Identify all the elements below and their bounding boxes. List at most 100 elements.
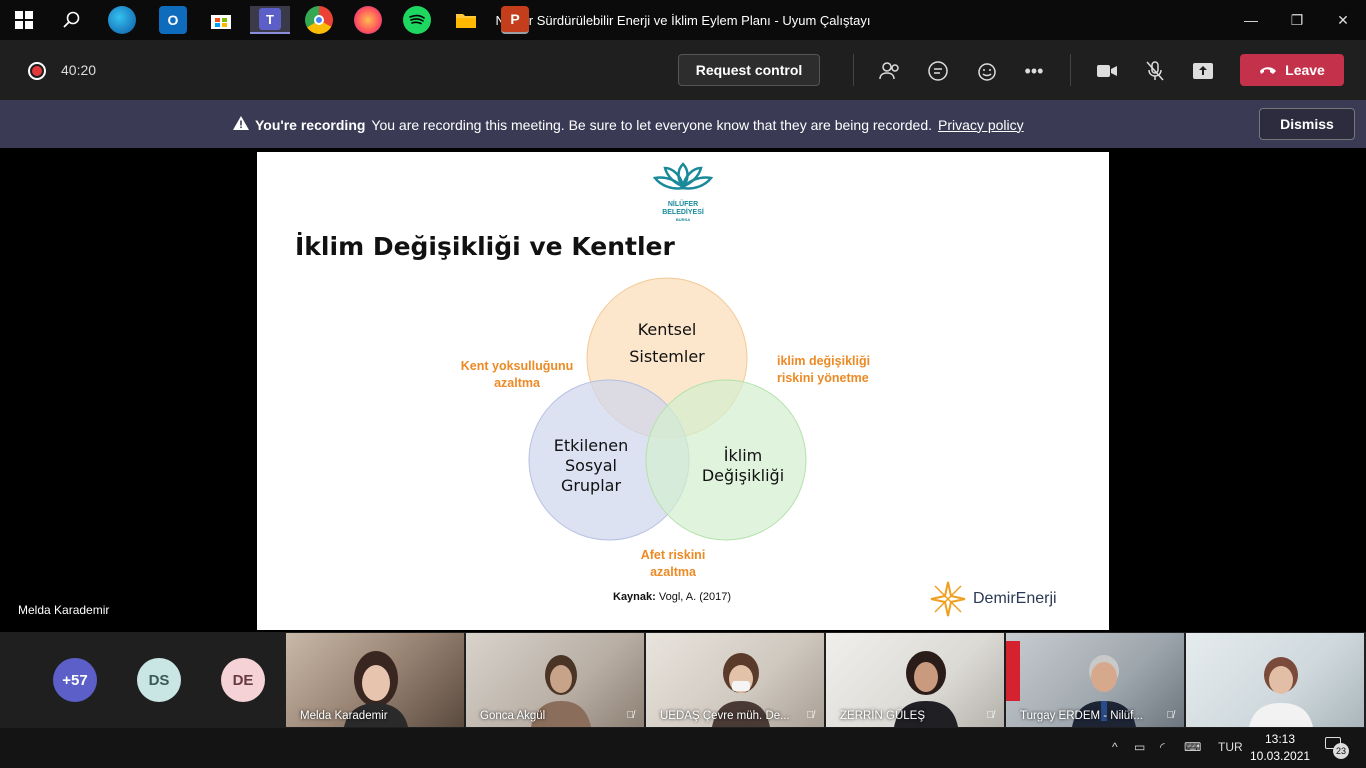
demirenerji-logo: DemirEnerji [929,580,1057,618]
recording-text: You are recording this meeting. Be sure … [371,116,933,133]
recording-banner: You're recording You are recording this … [0,100,1366,148]
avatar-de[interactable]: DE [221,658,265,702]
circle-right-line-2: Değişikliği [701,466,785,485]
brand-name: DemirEnerji [973,590,1057,607]
store-icon[interactable] [207,6,235,34]
edge-icon[interactable] [108,6,136,34]
mic-off-icon: 🎙̸ [1166,710,1175,721]
participant-tile[interactable]: Melda Karademir [286,633,464,727]
search-icon[interactable] [58,6,86,34]
participant-name: Turgay ERDEM - Nilüf... [1020,710,1143,722]
participant-tile[interactable]: Turgay ERDEM - Nilüf... 🎙̸ [1006,633,1184,727]
wifi-icon[interactable]: ◜ [1160,740,1165,754]
right-benefit-line-1: iklim değişikliği [777,354,871,368]
meeting-timer: 40:20 [61,62,97,78]
circle-left-line-3: Gruplar [560,476,622,495]
close-icon[interactable]: ✕ [1320,0,1366,40]
slide-title: İklim Değişikliği ve Kentler [295,232,675,261]
file-explorer-icon[interactable] [452,6,480,34]
bottom-benefit-line-1: Afet riskini [640,548,706,562]
toolbar-divider [1070,54,1071,86]
flag-icon [1006,641,1020,701]
toolbar-divider [853,54,854,86]
camera-icon[interactable] [1094,58,1120,84]
presenter-name: Melda Karademir [18,603,110,617]
recording-message: You're recording You are recording this … [233,116,1024,133]
lotus-icon [652,162,714,190]
participant-tile[interactable] [1186,633,1364,727]
left-benefit-line-2: azaltma [494,376,540,390]
firefox-icon[interactable] [354,6,382,34]
spotify-icon[interactable] [403,6,431,34]
circle-top-line-1: Kentsel [637,320,697,339]
participant-name: Gonca Akgül [480,710,546,722]
participants-icon[interactable] [877,58,903,84]
window-title-bar: Nilüfer Sürdürülebilir Enerji ve İklim E… [0,0,1366,40]
overflow-participants-badge[interactable]: +57 [53,658,97,702]
mic-off-icon[interactable] [1142,58,1168,84]
circle-left-line-1: Etkilenen [553,436,629,455]
mic-off-icon: 🎙̸ [626,710,635,721]
bottom-benefit-label: Afet riskini azaltma [613,547,733,581]
battery-icon[interactable]: ▭ [1134,740,1145,754]
demirenerji-star-icon [930,581,966,617]
source-label: Kaynak: [613,591,656,603]
request-control-button[interactable]: Request control [678,54,820,86]
minimize-icon[interactable]: — [1228,0,1274,40]
bottom-benefit-line-2: azaltma [650,565,696,579]
outlook-icon[interactable]: O [159,6,187,34]
taskbar-clock[interactable]: 13:13 10.03.2021 [1250,731,1310,765]
logo-line-3: BURSA [675,217,691,222]
tray-chevron-icon[interactable]: ^ [1112,740,1118,754]
participant-name: Melda Karademir [300,710,388,722]
nilufer-logo: NİLÜFER BELEDİYESİ BURSA [650,160,716,224]
participant-tile[interactable]: Gonca Akgül 🎙̸ [466,633,644,727]
meeting-control-bar: 40:20 Request control ••• Leave [0,40,1366,100]
slide-source: Kaynak: Vogl, A. (2017) [613,591,731,603]
chrome-icon[interactable] [305,6,333,34]
recording-title: You're recording [255,116,366,133]
input-language[interactable]: TUR [1218,740,1243,754]
keyboard-icon[interactable]: ⌨ [1184,740,1201,754]
restore-icon[interactable]: ❐ [1274,0,1320,40]
logo-line-1: NİLÜFER [667,201,699,208]
presentation-slide: NİLÜFER BELEDİYESİ BURSA İklim Değişikli… [257,152,1109,630]
window-title: Nilüfer Sürdürülebilir Enerji ve İklim E… [495,12,871,28]
avatar-ds[interactable]: DS [137,658,181,702]
notification-count: 23 [1333,743,1349,759]
leave-button[interactable]: Leave [1240,54,1344,86]
dismiss-button[interactable]: Dismiss [1259,108,1355,140]
privacy-policy-link[interactable]: Privacy policy [938,117,1024,133]
mic-off-icon: 🎙̸ [806,710,815,721]
share-icon[interactable] [1190,58,1216,84]
participant-video [1249,657,1313,727]
circle-right-label: İklim Değişikliği [693,446,793,486]
clock-time: 13:13 [1264,732,1296,746]
right-benefit-label: iklim değişikliği riskini yönetme [777,353,917,387]
source-value: Vogl, A. (2017) [658,591,732,603]
notification-center-icon[interactable]: 23 [1325,737,1349,759]
more-icon[interactable]: ••• [1021,58,1047,84]
participant-tile[interactable]: ZERRİN GÜLEŞ 🎙̸ [826,633,1004,727]
venn-diagram [528,277,807,541]
left-benefit-label: Kent yoksulluğunu azaltma [447,358,587,392]
participant-tile[interactable]: UEDAŞ Çevre müh. De... 🎙̸ [646,633,824,727]
circle-top-line-2: Sistemler [629,347,705,366]
circle-left-label: Etkilenen Sosyal Gruplar [541,436,641,496]
participant-name: UEDAŞ Çevre müh. De... [660,710,790,722]
reactions-icon[interactable] [973,58,999,84]
circle-right-line-1: İklim [723,446,763,465]
teams-icon[interactable]: T [250,6,290,34]
mic-off-icon: 🎙̸ [986,710,995,721]
windows-start-icon[interactable] [10,6,38,34]
logo-line-2: BELEDİYESİ [662,209,704,216]
leave-label: Leave [1285,62,1325,78]
left-benefit-line-1: Kent yoksulluğunu [460,359,574,373]
clock-date: 10.03.2021 [1250,749,1311,763]
powerpoint-icon[interactable]: P [501,6,529,34]
chat-icon[interactable] [925,58,951,84]
participant-name: ZERRİN GÜLEŞ [840,710,925,722]
right-benefit-line-2: riskini yönetme [777,371,869,385]
circle-left-line-2: Sosyal [565,456,617,475]
warning-icon [233,116,249,133]
